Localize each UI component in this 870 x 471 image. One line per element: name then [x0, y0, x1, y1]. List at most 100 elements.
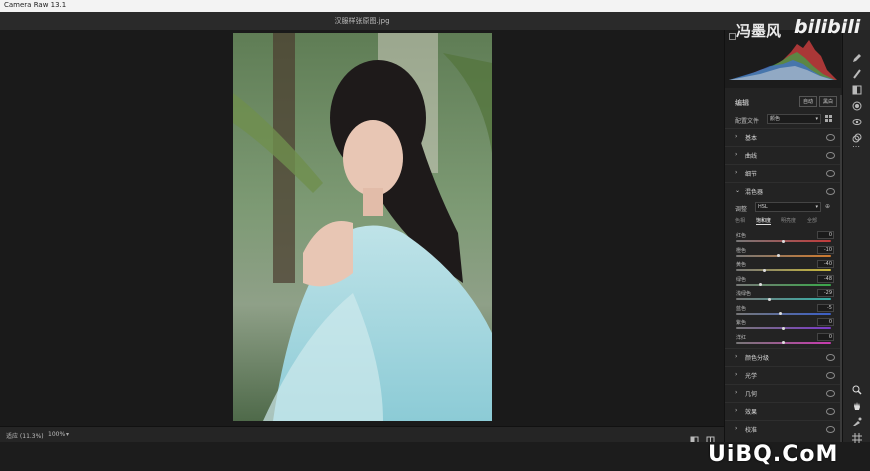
slider-value-input[interactable]: -40	[817, 260, 834, 268]
section-label: 基本	[745, 135, 758, 142]
compare-view-icon[interactable]	[690, 430, 699, 445]
site-logo-watermark: UiBQ.CoM	[708, 442, 839, 467]
chevron-down-icon[interactable]: ▾	[66, 431, 69, 438]
visibility-eye-icon[interactable]	[826, 408, 835, 415]
section-label: 颜色分级	[745, 355, 770, 362]
slider-knob[interactable]	[777, 254, 781, 257]
profile-browser-icon[interactable]	[825, 115, 832, 122]
sampler-icon[interactable]	[852, 412, 862, 426]
slider-label: 黄色	[736, 262, 747, 268]
visibility-eye-icon[interactable]	[826, 152, 835, 159]
section-label: 混色器	[745, 189, 764, 196]
presets-icon[interactable]	[852, 128, 862, 143]
slider-label: 紫色	[736, 320, 747, 326]
section-label: 校准	[745, 427, 758, 434]
slider-track[interactable]	[736, 254, 831, 257]
slider-label: 蓝色	[736, 305, 747, 312]
slider-value-input[interactable]: 0	[817, 231, 834, 239]
bilibili-watermark: bilibili	[794, 16, 861, 38]
mixer-tab[interactable]: 饱和度	[756, 217, 772, 225]
bw-button[interactable]: 黑白	[819, 96, 838, 107]
slider-value-input[interactable]: 0	[817, 318, 834, 326]
more-icon[interactable]: ⋯	[852, 142, 862, 152]
grid-icon[interactable]	[852, 428, 862, 443]
slider-knob[interactable]	[782, 341, 785, 344]
section-label: 光学	[745, 373, 758, 380]
section-label: 细节	[745, 171, 758, 178]
slider-track[interactable]	[736, 312, 831, 315]
slider-track[interactable]	[736, 283, 831, 286]
panel-section[interactable]: ⌄ 混色器	[725, 182, 841, 199]
slider-label: 浅绿色	[736, 291, 752, 297]
slider-value-input[interactable]: -29	[817, 289, 834, 297]
panel-section[interactable]: › 颜色分级	[725, 348, 841, 365]
mixer-adjust-row: 调整 HSL ▾ ⊕	[725, 202, 841, 214]
slider-value-input[interactable]: -48	[817, 274, 834, 283]
visibility-eye-icon[interactable]	[826, 426, 835, 433]
visibility-eye-icon[interactable]	[826, 354, 835, 361]
mixer-tab[interactable]: 全部	[807, 217, 817, 224]
chevron-right-icon: ›	[735, 389, 738, 396]
profile-row: 配置文件 颜色 ▾	[725, 114, 841, 126]
fit-view-label[interactable]: 适应 (11.3%)	[6, 431, 44, 440]
panel-section[interactable]: › 曲线	[725, 146, 841, 163]
visibility-eye-icon[interactable]	[826, 170, 835, 177]
mixer-tab[interactable]: 色相	[735, 217, 745, 224]
slider-knob[interactable]	[763, 268, 766, 272]
photo-image	[233, 33, 492, 421]
hand-icon[interactable]	[852, 396, 862, 410]
tool-strip: ⋯	[842, 30, 870, 443]
radial-icon[interactable]	[852, 96, 862, 111]
auto-button[interactable]: 自动	[799, 96, 818, 107]
zoom-icon[interactable]	[852, 380, 862, 395]
slider-track[interactable]	[736, 269, 831, 271]
slider-track[interactable]	[736, 298, 831, 300]
visibility-eye-icon[interactable]	[826, 188, 835, 195]
chevron-right-icon: ›	[735, 151, 738, 158]
brush-icon[interactable]	[852, 64, 862, 79]
redeye-icon[interactable]	[852, 112, 862, 125]
slider-knob[interactable]	[779, 312, 783, 315]
slider-knob[interactable]	[782, 326, 785, 330]
edit-header: 编辑 自动 黑白	[725, 96, 841, 110]
panel-section[interactable]: › 几何	[725, 384, 841, 401]
pencil-icon[interactable]	[852, 48, 862, 62]
adjust-select[interactable]: HSL ▾	[755, 202, 821, 212]
mixer-tabs: 色相 饱和度 明亮度 全部	[725, 216, 841, 226]
photo-preview[interactable]	[233, 33, 492, 421]
slider-value-input[interactable]: -5	[817, 303, 834, 312]
slider-label: 绿色	[736, 276, 747, 283]
visibility-eye-icon[interactable]	[826, 372, 835, 379]
panel-section[interactable]: › 校准	[725, 420, 841, 437]
shadow-clipping-icon[interactable]	[729, 33, 736, 40]
slider-label: 洋红	[736, 334, 747, 341]
visibility-eye-icon[interactable]	[826, 390, 835, 397]
panel-section[interactable]: › 光学	[725, 366, 841, 383]
slider-knob[interactable]	[759, 283, 763, 286]
chevron-down-icon: ▾	[815, 116, 818, 122]
mixer-tab[interactable]: 明亮度	[781, 217, 796, 224]
profile-label: 配置文件	[735, 118, 760, 125]
edit-title: 编辑	[735, 99, 749, 107]
before-after-icon[interactable]	[706, 430, 715, 445]
panel-section[interactable]: › 基本	[725, 128, 841, 145]
gradient-icon[interactable]	[852, 80, 862, 95]
slider-label: 橙色	[736, 247, 747, 254]
author-watermark: 冯墨风	[736, 22, 782, 40]
section-label: 效果	[745, 409, 758, 416]
adjust-value: HSL	[758, 204, 768, 210]
slider-value-input[interactable]: 0	[817, 332, 834, 341]
slider-value-input[interactable]: -10	[817, 245, 834, 254]
slider-knob[interactable]	[767, 297, 771, 301]
panel-section[interactable]: › 效果	[725, 402, 841, 419]
slider-knob[interactable]	[782, 239, 785, 243]
visibility-eye-icon[interactable]	[826, 134, 835, 141]
profile-select[interactable]: 颜色 ▾	[767, 114, 821, 124]
zoom-select[interactable]: 100%	[48, 431, 65, 438]
chevron-right-icon: ›	[735, 425, 738, 432]
targeted-adjust-icon[interactable]: ⊕	[825, 203, 830, 210]
panel-section[interactable]: › 细节	[725, 164, 841, 181]
adjust-label: 调整	[735, 206, 748, 213]
profile-value: 颜色	[770, 116, 781, 122]
chevron-down-icon: ▾	[815, 204, 818, 210]
